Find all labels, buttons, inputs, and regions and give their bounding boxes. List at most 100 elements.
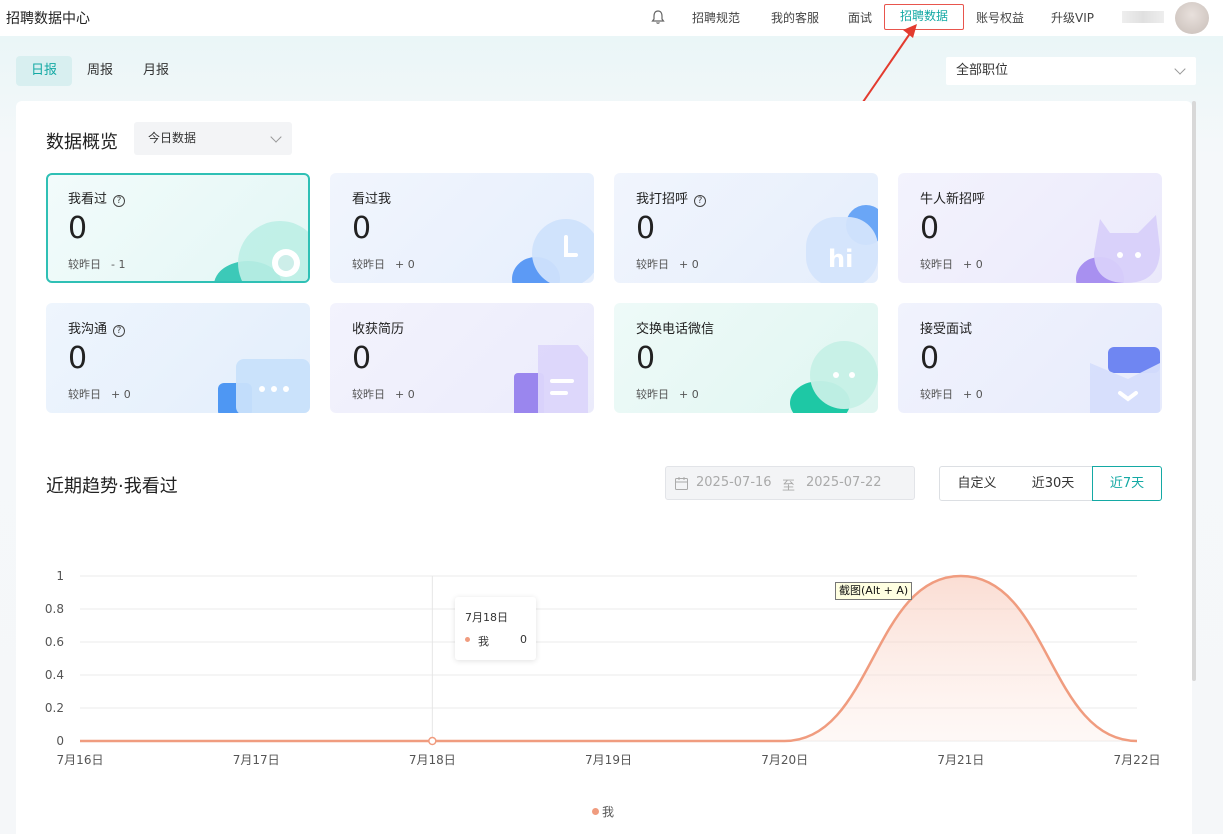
clock-illustration-icon bbox=[512, 219, 594, 283]
date-separator: 至 bbox=[782, 479, 796, 494]
x-tick-label: 7月22日 bbox=[1114, 753, 1161, 767]
stat-delta: + 0 bbox=[963, 388, 983, 401]
overview-range-value: 今日数据 bbox=[148, 131, 197, 145]
overview-title: 数据概览 bbox=[46, 132, 118, 153]
cat-illustration-icon bbox=[1076, 215, 1160, 283]
stat-label: 我沟通 bbox=[68, 322, 108, 337]
chevron-down-icon bbox=[1174, 63, 1186, 75]
range-30-days-button[interactable]: 近30天 bbox=[1014, 466, 1093, 501]
stat-delta: + 0 bbox=[963, 258, 983, 271]
stat-label: 我看过 bbox=[68, 192, 108, 207]
y-tick-label: 0 bbox=[56, 734, 64, 748]
tab-monthly[interactable]: 月报 bbox=[128, 56, 184, 86]
stat-value: 0 bbox=[352, 211, 372, 246]
date-start: 2025-07-16 bbox=[696, 475, 772, 490]
stat-card-communicated[interactable]: 我沟通? 0 较昨日 + 0 bbox=[46, 303, 310, 413]
stat-delta: + 0 bbox=[395, 258, 415, 271]
stat-label: 接受面试 bbox=[920, 322, 973, 337]
stat-value: 0 bbox=[636, 341, 656, 376]
avatar[interactable] bbox=[1175, 2, 1209, 34]
x-tick-label: 7月17日 bbox=[233, 753, 280, 767]
stat-label: 交换电话微信 bbox=[636, 322, 715, 337]
stat-card-viewed[interactable]: 我看过? 0 较昨日 - 1 bbox=[46, 173, 310, 283]
legend-dot bbox=[592, 808, 599, 815]
chart-legend[interactable]: 我 bbox=[592, 803, 614, 820]
stat-card-exchange-contact[interactable]: 交换电话微信 0 较昨日 + 0 bbox=[614, 303, 878, 413]
help-icon[interactable]: ? bbox=[113, 195, 126, 207]
compare-label: 较昨日 bbox=[920, 388, 953, 401]
smile-bubble-illustration-icon bbox=[790, 341, 878, 413]
compare-label: 较昨日 bbox=[68, 388, 101, 401]
help-icon[interactable]: ? bbox=[113, 325, 126, 337]
help-icon[interactable]: ? bbox=[694, 195, 707, 207]
data-point bbox=[428, 736, 437, 746]
tooltip-series-dot bbox=[465, 637, 470, 642]
trend-chart[interactable]: 0 0.2 0.4 0.6 0.8 1 7月16日 7月17日 7月18日 7月19日 7月20日 7… bbox=[0, 560, 1180, 780]
date-range-picker[interactable]: 2025-07-16 至 2025-07-22 bbox=[665, 466, 915, 500]
stat-label: 看过我 bbox=[352, 192, 392, 207]
stat-delta: + 0 bbox=[679, 258, 699, 271]
stat-delta: + 0 bbox=[111, 388, 131, 401]
svg-text:hi: hi bbox=[828, 245, 853, 273]
user-name-blurred[interactable] bbox=[1122, 11, 1164, 23]
stat-label: 牛人新招呼 bbox=[920, 192, 986, 207]
x-tick-label: 7月16日 bbox=[57, 753, 104, 767]
range-custom-button[interactable]: 自定义 bbox=[939, 466, 1015, 501]
bell-icon[interactable] bbox=[651, 9, 665, 25]
x-tick-label: 7月20日 bbox=[761, 753, 808, 767]
x-tick-label: 7月19日 bbox=[585, 753, 632, 767]
chevron-down-icon bbox=[270, 131, 282, 143]
compare-label: 较昨日 bbox=[636, 258, 669, 271]
eye-illustration-icon bbox=[214, 221, 308, 281]
x-tick-label: 7月21日 bbox=[937, 753, 984, 767]
job-filter-select[interactable]: 全部职位 bbox=[946, 57, 1196, 85]
top-bar: 招聘数据中心 招聘规范 我的客服 面试 招聘数据 账号权益 升级VIP bbox=[0, 0, 1223, 36]
stat-label: 收获简历 bbox=[352, 322, 405, 337]
chat-illustration-icon bbox=[218, 359, 310, 413]
hi-bubble-illustration-icon: hi bbox=[806, 205, 878, 283]
date-end: 2025-07-22 bbox=[806, 475, 882, 490]
app-title: 招聘数据中心 bbox=[6, 11, 90, 27]
range-7-days-button[interactable]: 近7天 bbox=[1092, 466, 1162, 501]
tooltip-value: 0 bbox=[520, 633, 527, 646]
compare-label: 较昨日 bbox=[68, 258, 101, 271]
y-tick-label: 0.6 bbox=[45, 635, 64, 649]
tooltip-date: 7月18日 bbox=[465, 611, 508, 624]
nav-item-customer-service[interactable]: 我的客服 bbox=[771, 9, 819, 26]
stat-value: 0 bbox=[636, 211, 656, 246]
scrollbar[interactable] bbox=[1192, 101, 1196, 681]
compare-label: 较昨日 bbox=[636, 388, 669, 401]
series-area bbox=[80, 576, 1137, 741]
stat-card-greeted[interactable]: 我打招呼? 0 较昨日 + 0 hi bbox=[614, 173, 878, 283]
overview-range-select[interactable]: 今日数据 bbox=[134, 122, 292, 155]
tab-weekly[interactable]: 周报 bbox=[72, 56, 128, 86]
stat-value: 0 bbox=[920, 211, 940, 246]
compare-label: 较昨日 bbox=[920, 258, 953, 271]
stat-value: 0 bbox=[920, 341, 940, 376]
nav-item-upgrade-vip[interactable]: 升级VIP bbox=[1051, 9, 1094, 26]
compare-label: 较昨日 bbox=[352, 258, 385, 271]
stat-value: 0 bbox=[352, 341, 372, 376]
stat-value: 0 bbox=[68, 341, 88, 376]
calendar-icon bbox=[675, 477, 688, 490]
nav-item-recruit-rules[interactable]: 招聘规范 bbox=[692, 9, 740, 26]
chart-tooltip: 7月18日 我 0 bbox=[455, 597, 536, 660]
compare-label: 较昨日 bbox=[352, 388, 385, 401]
stat-delta: + 0 bbox=[679, 388, 699, 401]
stat-card-resumes[interactable]: 收获简历 0 较昨日 + 0 bbox=[330, 303, 594, 413]
stat-card-viewed-me[interactable]: 看过我 0 较昨日 + 0 bbox=[330, 173, 594, 283]
stat-label: 我打招呼 bbox=[636, 192, 689, 207]
document-illustration-icon bbox=[514, 345, 588, 413]
y-tick-label: 0.8 bbox=[45, 602, 64, 616]
tab-daily[interactable]: 日报 bbox=[16, 56, 72, 86]
y-tick-label: 0.2 bbox=[45, 701, 64, 715]
job-filter-value: 全部职位 bbox=[956, 63, 1009, 78]
envelope-illustration-icon bbox=[1090, 347, 1160, 413]
nav-item-account-benefits[interactable]: 账号权益 bbox=[976, 9, 1024, 26]
stat-card-new-greetings[interactable]: 牛人新招呼 0 较昨日 + 0 bbox=[898, 173, 1162, 283]
y-tick-label: 1 bbox=[56, 569, 64, 583]
stat-delta: + 0 bbox=[395, 388, 415, 401]
stat-card-accept-interview[interactable]: 接受面试 0 较昨日 + 0 bbox=[898, 303, 1162, 413]
screenshot-tooltip: 截图(Alt + A) bbox=[835, 582, 913, 600]
tooltip-series: 我 bbox=[478, 635, 489, 648]
